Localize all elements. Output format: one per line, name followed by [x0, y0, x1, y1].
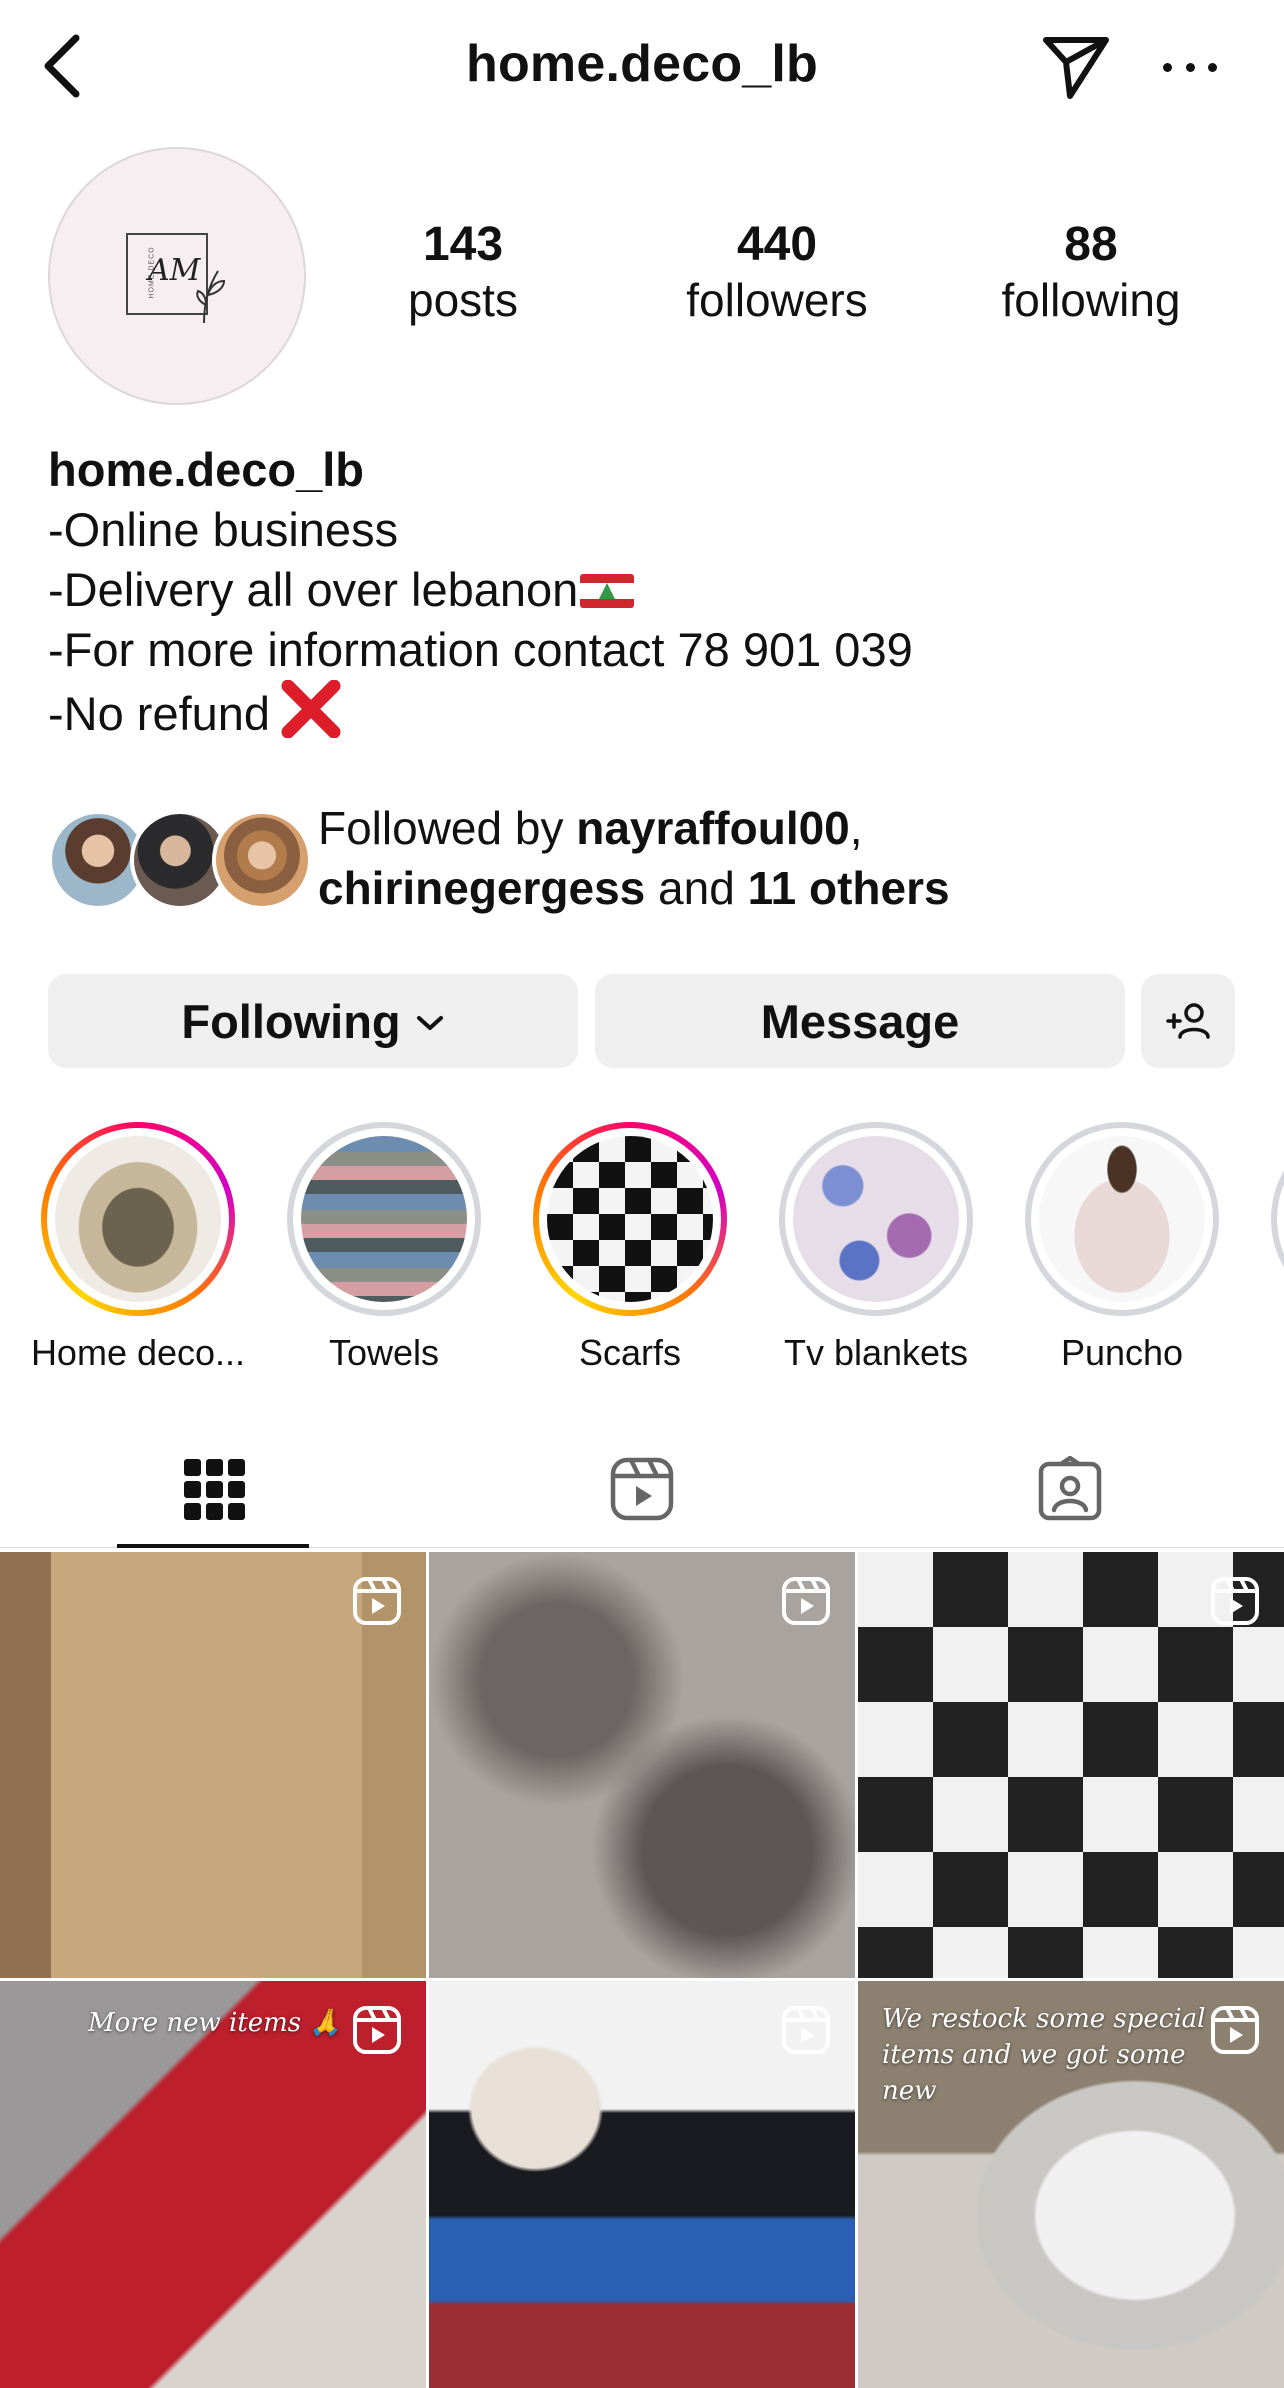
reel-badge-icon [782, 2006, 830, 2054]
highlight-tv-blankets[interactable]: Tv blankets [753, 1122, 999, 1376]
posts-count: 143 [422, 218, 504, 271]
highlight-puncho[interactable]: Puncho [999, 1122, 1245, 1376]
highlight-label: Puncho [1060, 1332, 1184, 1373]
bio-line: -For more information contact 78 901 039 [48, 623, 913, 676]
posts-grid: More new items 🙏 We restock some special… [0, 1552, 1284, 2388]
followed-by-prefix: Followed by [318, 802, 577, 854]
story-ring [533, 1122, 727, 1316]
lebanon-flag-icon [580, 574, 635, 608]
bio-line: -No refund [48, 687, 271, 740]
profile-bio: home.deco_lb -Online business -Delivery … [48, 440, 1248, 752]
post-tile[interactable] [0, 1552, 426, 1978]
following-label: following [1001, 274, 1181, 326]
post-tile[interactable]: More new items 🙏 [0, 1981, 426, 2388]
dot [1185, 62, 1195, 72]
story-ring [287, 1122, 481, 1316]
post-tile[interactable] [858, 1552, 1284, 1978]
separator: , [849, 802, 863, 854]
mutual-followers-avatars[interactable] [48, 810, 312, 910]
mutual-others: 11 others [747, 862, 950, 914]
message-button-label: Message [760, 994, 960, 1048]
following-button[interactable]: Following [48, 974, 578, 1068]
bio-line: -Online business [48, 503, 399, 556]
highlight-cover [301, 1136, 467, 1302]
followed-by-middle: and [645, 862, 748, 914]
highlight-scarfs[interactable]: Scarfs [507, 1122, 753, 1376]
following-button-label: Following [181, 994, 401, 1048]
more-icon[interactable] [1155, 38, 1225, 96]
story-highlights: Home deco... Towels Scarfs Tv blankets P… [0, 1122, 1284, 1382]
add-user-button[interactable] [1141, 974, 1235, 1068]
posts-label: posts [408, 274, 518, 326]
post-tile[interactable] [429, 1981, 855, 2388]
reel-badge-icon [1211, 1577, 1259, 1625]
highlight-partial[interactable] [1245, 1122, 1284, 1316]
following-stat[interactable]: 88 following [961, 218, 1221, 328]
reels-icon [610, 1457, 674, 1521]
highlight-home-deco[interactable]: Home deco... [15, 1122, 261, 1376]
reel-badge-icon [1211, 2006, 1259, 2054]
story-ring [41, 1122, 235, 1316]
posts-stat[interactable]: 143 posts [333, 218, 593, 328]
highlight-label: Tv blankets [783, 1332, 969, 1373]
top-bar: home.deco_lb [0, 0, 1284, 130]
post-caption: We restock some special items and we got… [882, 2004, 1206, 2106]
add-user-icon [1166, 1003, 1210, 1039]
profile-tabs [0, 1430, 1284, 1548]
avatar [212, 810, 312, 910]
highlight-label: Home deco... [30, 1332, 246, 1373]
followers-stat[interactable]: 440 followers [647, 218, 907, 328]
grid-icon [184, 1459, 245, 1520]
send-icon[interactable] [1040, 30, 1112, 102]
followers-count: 440 [736, 218, 818, 271]
post-tile[interactable] [429, 1552, 855, 1978]
message-button[interactable]: Message [595, 974, 1125, 1068]
following-count: 88 [1064, 218, 1118, 271]
tab-posts-grid[interactable] [0, 1430, 428, 1548]
active-tab-indicator [117, 1544, 309, 1548]
highlight-cover [793, 1136, 959, 1302]
chevron-down-icon [416, 1016, 443, 1030]
story-ring [1271, 1122, 1284, 1316]
highlight-cover [1039, 1136, 1205, 1302]
bio-name: home.deco_lb [48, 443, 365, 496]
story-ring [1025, 1122, 1219, 1316]
reel-badge-icon [353, 1577, 401, 1625]
cross-mark-icon [280, 679, 342, 752]
tab-reels[interactable] [428, 1430, 856, 1548]
tab-tagged[interactable] [856, 1430, 1284, 1548]
post-tile[interactable]: We restock some special items and we got… [858, 1981, 1284, 2388]
story-ring [779, 1122, 973, 1316]
followed-by-text[interactable]: Followed by nayraffoul00, chirinegergess… [318, 798, 1258, 918]
logo-text: AM [148, 253, 201, 288]
highlight-towels[interactable]: Towels [261, 1122, 507, 1376]
tagged-icon [1038, 1456, 1102, 1521]
highlight-cover [547, 1136, 713, 1302]
followers-label: followers [686, 274, 868, 326]
reel-badge-icon [782, 1577, 830, 1625]
leaf-icon [196, 270, 226, 324]
avatar-logo: HOME DECO AM [126, 233, 226, 324]
dot [1163, 62, 1172, 72]
mutual-user-1: nayraffoul00 [576, 802, 850, 854]
highlight-cover [55, 1136, 221, 1302]
highlight-label: Towels [328, 1332, 440, 1373]
dot [1208, 62, 1217, 72]
bio-line: -Delivery all over lebanon [48, 563, 579, 616]
highlight-label: Scarfs [578, 1332, 682, 1373]
reel-badge-icon [353, 2006, 401, 2054]
mutual-user-2: chirinegergess [318, 862, 646, 914]
